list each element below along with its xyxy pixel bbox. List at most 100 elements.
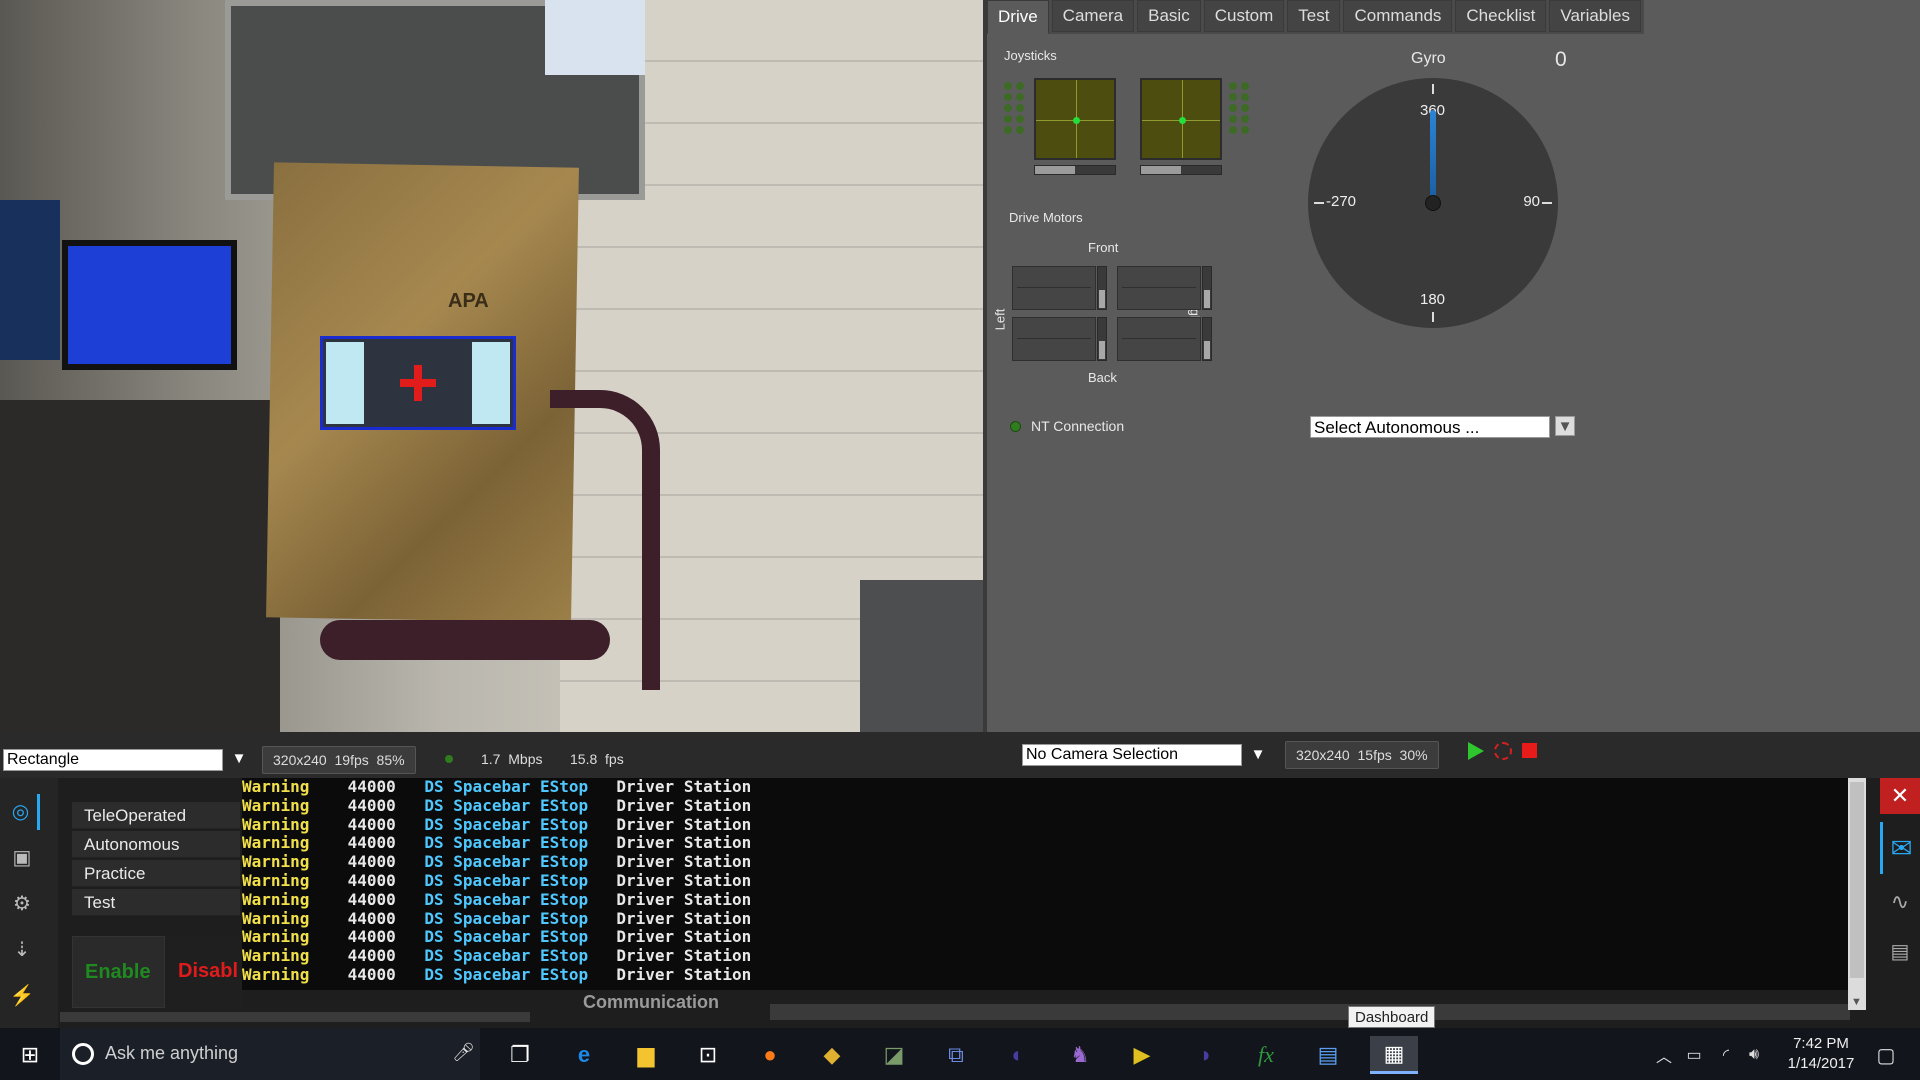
document-app-icon[interactable]: ▤ bbox=[1308, 1036, 1348, 1074]
console-text: DS Spacebar EStop bbox=[424, 927, 589, 947]
autonomous-dropdown-icon[interactable]: ▼ bbox=[1555, 416, 1575, 436]
clock[interactable]: 7:42 PM 1/14/2017 bbox=[1776, 1034, 1866, 1074]
gyro-tick-right: 90 bbox=[1523, 193, 1540, 210]
console-row: Warning 44000 DS Spacebar EStop Driver Stat… bbox=[242, 834, 1852, 853]
fx-app-icon[interactable]: fx bbox=[1246, 1036, 1286, 1074]
camera-stats-box: 320x240 19fps 85% bbox=[262, 746, 416, 774]
frc-dashboard-app-icon[interactable]: ▦ bbox=[1370, 1036, 1418, 1074]
tab-camera[interactable]: Camera bbox=[1051, 0, 1135, 32]
power-lightning-icon[interactable]: ⚡ bbox=[4, 978, 40, 1014]
network-app-icon[interactable]: ⧉ bbox=[936, 1036, 976, 1074]
tab-checklist[interactable]: Checklist bbox=[1455, 0, 1547, 32]
stop-icon[interactable] bbox=[1522, 743, 1537, 758]
utility-app-icon[interactable]: ♞ bbox=[1060, 1036, 1100, 1074]
rate-value: 15.8 bbox=[570, 751, 598, 767]
mode-teleoperated[interactable]: TeleOperated bbox=[72, 802, 240, 829]
eclipse-icon-2[interactable]: ◑ bbox=[1184, 1036, 1224, 1074]
clock-time: 7:42 PM bbox=[1793, 1035, 1849, 1052]
console-level: Warning bbox=[242, 795, 310, 815]
console-text: DS Spacebar EStop bbox=[424, 795, 589, 815]
console-code: 44000 bbox=[347, 908, 396, 928]
console-scrollbar[interactable]: ▼ bbox=[1848, 778, 1866, 1010]
mode-practice[interactable]: Practice bbox=[72, 860, 240, 887]
console-text: DS Spacebar EStop bbox=[424, 889, 589, 909]
gyro-label: Gyro bbox=[1411, 50, 1446, 67]
media-app-icon[interactable]: ▶ bbox=[1122, 1036, 1162, 1074]
console-text: DS Spacebar EStop bbox=[424, 814, 589, 834]
setup-gear-icon[interactable]: ⚙ bbox=[4, 886, 40, 922]
close-messages-icon[interactable]: ✕ bbox=[1880, 778, 1920, 814]
target-crosshair-icon bbox=[400, 365, 436, 401]
motor-front-left-slider bbox=[1097, 266, 1107, 310]
eclipse-icon-1[interactable]: ◐ bbox=[998, 1036, 1038, 1074]
volume-icon[interactable]: 🔊︎ bbox=[1734, 1036, 1774, 1074]
store-icon[interactable]: ⊡ bbox=[688, 1036, 728, 1074]
camera2-resolution: 320x240 bbox=[1296, 747, 1350, 763]
console-level: Warning bbox=[242, 964, 310, 984]
edge-browser-icon[interactable]: e bbox=[564, 1036, 604, 1074]
bandwidth-value: 1.7 bbox=[481, 751, 501, 767]
windows-start-icon[interactable]: ⊞ bbox=[10, 1036, 50, 1074]
joystick-1-buttons bbox=[1004, 82, 1025, 134]
driver-station: Rectangle ▼ 320x240 19fps 85% 1.7 Mbps 1… bbox=[0, 732, 1920, 1028]
cortana-search-box[interactable]: Ask me anything 🎤︎ bbox=[60, 1028, 480, 1080]
console-row: Warning 44000 DS Spacebar EStop Driver Stat… bbox=[242, 852, 1852, 872]
console-row: Warning 44000 DS Spacebar EStop Driver Stat… bbox=[242, 795, 1852, 816]
tab-commands[interactable]: Commands bbox=[1343, 0, 1453, 32]
console-source: Driver Station bbox=[616, 908, 752, 928]
autonomous-select[interactable]: Select Autonomous ... bbox=[1310, 416, 1550, 438]
camera-selection[interactable]: No Camera Selection bbox=[1022, 744, 1242, 766]
task-view-icon[interactable]: ❐ bbox=[500, 1036, 540, 1074]
motor-front-right bbox=[1117, 266, 1201, 310]
both-panels-icon[interactable]: ▤ bbox=[1880, 932, 1920, 972]
tab-drive[interactable]: Drive bbox=[987, 0, 1049, 34]
motor-back-right bbox=[1117, 317, 1201, 361]
back-label: Back bbox=[1088, 370, 1117, 385]
console-source: Driver Station bbox=[616, 833, 752, 853]
console-code: 44000 bbox=[347, 964, 396, 984]
camera-view: APA bbox=[0, 0, 983, 732]
left-label: Left bbox=[992, 308, 1008, 331]
usb-devices-icon[interactable]: ⇣ bbox=[4, 932, 40, 968]
console-row: Warning 44000 DS Spacebar EStop Driver Stat… bbox=[242, 871, 1852, 891]
console-code: 44000 bbox=[347, 889, 396, 909]
tab-custom[interactable]: Custom bbox=[1203, 0, 1285, 32]
record-icon[interactable] bbox=[1494, 742, 1512, 760]
camera2-stats-box: 320x240 15fps 30% bbox=[1285, 741, 1439, 769]
console-code: 44000 bbox=[347, 795, 396, 815]
processing-dropdown-icon[interactable]: ▼ bbox=[229, 750, 249, 770]
console-code: 44000 bbox=[347, 927, 396, 947]
enable-button[interactable]: Enable bbox=[72, 936, 165, 1008]
processing-select[interactable]: Rectangle bbox=[3, 749, 223, 771]
microphone-icon[interactable]: 🎤︎ bbox=[452, 1042, 475, 1063]
mode-autonomous[interactable]: Autonomous bbox=[72, 831, 240, 858]
disable-button[interactable]: Disabl bbox=[166, 936, 242, 1008]
tab-test[interactable]: Test bbox=[1287, 0, 1341, 32]
console-level: Warning bbox=[242, 908, 310, 928]
charts-icon[interactable]: ∿ bbox=[1880, 882, 1920, 922]
tab-variables[interactable]: Variables bbox=[1549, 0, 1641, 32]
dashboard-tooltip: Dashboard bbox=[1348, 1006, 1436, 1028]
diagnostics-tab-icon[interactable]: ▣ bbox=[4, 840, 40, 876]
scroll-down-icon[interactable]: ▼ bbox=[1851, 996, 1862, 1008]
motor-back-left-slider bbox=[1097, 317, 1107, 361]
console-source: Driver Station bbox=[616, 795, 752, 815]
message-console: Warning 44000 DS Spacebar EStop Driver Stat… bbox=[242, 778, 1852, 990]
console-row: Warning 44000 DS Spacebar EStop Driver Stat… bbox=[242, 778, 1852, 797]
play-icon[interactable] bbox=[1468, 742, 1484, 760]
messages-envelope-icon[interactable]: ✉ bbox=[1880, 822, 1920, 874]
tab-basic[interactable]: Basic bbox=[1137, 0, 1201, 32]
app-cube-icon[interactable]: ◪ bbox=[874, 1036, 914, 1074]
motor-front-left bbox=[1012, 266, 1096, 310]
operation-tab-icon[interactable]: ◎ bbox=[4, 794, 40, 830]
nt-connection-led-icon bbox=[1010, 421, 1021, 432]
action-center-icon[interactable]: ▢ bbox=[1866, 1036, 1906, 1074]
file-explorer-icon[interactable]: ▆ bbox=[626, 1036, 666, 1074]
mode-test[interactable]: Test bbox=[72, 889, 240, 916]
firefox-icon[interactable]: ● bbox=[750, 1036, 790, 1074]
console-level: Warning bbox=[242, 833, 310, 853]
console-code: 44000 bbox=[347, 852, 396, 872]
rate-unit: fps bbox=[605, 751, 624, 767]
git-icon[interactable]: ◆ bbox=[812, 1036, 852, 1074]
camera-selection-dropdown-icon[interactable]: ▼ bbox=[1248, 746, 1268, 766]
